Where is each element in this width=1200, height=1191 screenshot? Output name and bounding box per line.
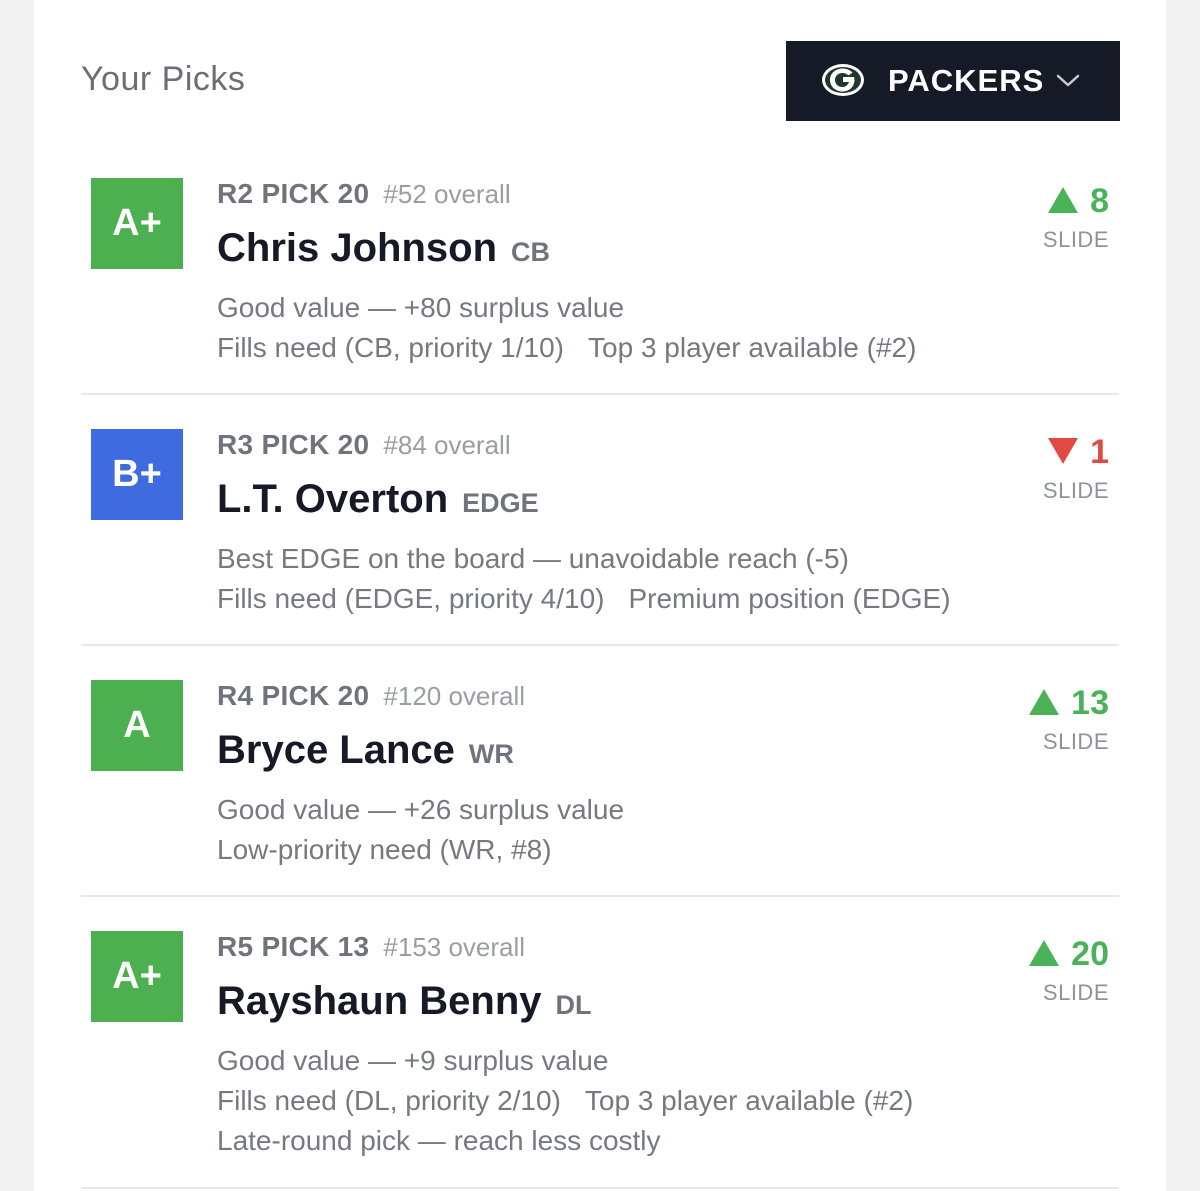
grade-badge: B+ [91, 429, 183, 520]
slide-indicator: 8 SLIDE [989, 182, 1109, 253]
note-text: Fills need (CB, priority 1/10) [217, 332, 565, 363]
slide-number: 13 [1071, 684, 1109, 722]
note-line: Best EDGE on the board — unavoidable rea… [217, 539, 951, 579]
player-name: Bryce Lance [217, 728, 455, 772]
note-line: Low-priority need (WR, #8) [217, 830, 624, 870]
player: Rayshaun Benny DL [217, 979, 592, 1024]
pick-header: R4 PICK 20 #120 overall [217, 680, 525, 712]
note-text: Good value — +9 surplus value [217, 1045, 609, 1076]
pick-header: R3 PICK 20 #84 overall [217, 429, 511, 461]
grade-badge: A+ [91, 931, 183, 1022]
pick-overall: #153 overall [383, 932, 526, 962]
picks-header: Your Picks PACKERS [34, 0, 1166, 150]
slide-label: SLIDE [1042, 478, 1109, 503]
note-line: Good value — +80 surplus value [217, 288, 916, 328]
note-text: Fills need (DL, priority 2/10) [217, 1085, 561, 1116]
note-text: Premium position (EDGE) [628, 583, 951, 614]
player-name: L.T. Overton [217, 477, 449, 521]
slide-value: 1 [989, 433, 1109, 472]
note-text: Top 3 player available (#2) [588, 332, 917, 363]
note-text: Top 3 player available (#2) [584, 1085, 914, 1116]
pick-header: R2 PICK 20 #52 overall [217, 178, 511, 210]
note-line: Late-round pick — reach less costly [217, 1121, 913, 1161]
player-position: WR [468, 739, 514, 769]
slide-value: 20 [989, 935, 1109, 974]
slide-value: 8 [989, 182, 1109, 221]
player-name: Rayshaun Benny [217, 979, 542, 1023]
slide-number: 8 [1090, 182, 1109, 220]
picks-panel: Your Picks PACKERS A+ R2 PICK 20 #52 overa… [34, 0, 1166, 1191]
pick-label: R5 PICK 13 [217, 931, 370, 962]
chevron-down-icon [1056, 74, 1080, 87]
pick-overall: #84 overall [383, 430, 511, 460]
note-line: Fills need (EDGE, priority 4/10) Premium … [217, 579, 951, 619]
team-select-dropdown[interactable]: PACKERS [786, 41, 1120, 121]
player-position: CB [511, 237, 551, 267]
player: Bryce Lance WR [217, 728, 514, 773]
note-text: Low-priority need (WR, #8) [217, 834, 552, 865]
triangle-down-icon [1048, 438, 1079, 465]
slide-number: 20 [1071, 935, 1109, 973]
player-position: EDGE [462, 488, 539, 518]
note-line: Fills need (DL, priority 2/10) Top 3 play… [217, 1081, 913, 1121]
note-line: Fills need (CB, priority 1/10) Top 3 play… [217, 328, 916, 368]
note-text: Good value — +26 surplus value [217, 794, 625, 825]
pick-header: R5 PICK 13 #153 overall [217, 931, 525, 963]
slide-value: 13 [989, 684, 1109, 723]
note-text: Best EDGE on the board — unavoidable rea… [217, 543, 849, 574]
slide-label: SLIDE [1042, 729, 1109, 754]
slide-label: SLIDE [1042, 227, 1109, 252]
pick-notes: Good value — +80 surplus value Fills need… [217, 288, 916, 368]
player-position: DL [555, 990, 592, 1020]
pick-label: R4 PICK 20 [217, 680, 370, 711]
triangle-up-icon [1048, 187, 1079, 214]
slide-indicator: 20 SLIDE [989, 935, 1109, 1006]
player-name: Chris Johnson [217, 226, 498, 270]
note-text: Good value — +80 surplus value [217, 292, 625, 323]
slide-number: 1 [1090, 433, 1109, 471]
note-line: Good value — +26 surplus value [217, 790, 624, 830]
note-line: Good value — +9 surplus value [217, 1041, 913, 1081]
triangle-up-icon [1029, 689, 1060, 716]
pick-overall: #52 overall [383, 179, 511, 209]
slide-label: SLIDE [1042, 980, 1109, 1005]
pick-label: R2 PICK 20 [217, 178, 370, 209]
pick-label: R3 PICK 20 [217, 429, 370, 460]
pick-row[interactable]: B+ R3 PICK 20 #84 overall L.T. Overton EDGE B… [81, 395, 1119, 646]
pick-row[interactable]: A R4 PICK 20 #120 overall Bryce Lance WR Good… [81, 646, 1119, 897]
team-select-label: PACKERS [888, 63, 1045, 98]
pick-notes: Best EDGE on the board — unavoidable rea… [217, 539, 951, 619]
slide-indicator: 13 SLIDE [989, 684, 1109, 755]
triangle-up-icon [1029, 940, 1060, 967]
note-text: Late-round pick — reach less costly [217, 1125, 661, 1156]
pick-row[interactable]: A+ R2 PICK 20 #52 overall Chris Johnson CB Go… [81, 144, 1119, 395]
pick-row[interactable]: A+ R5 PICK 13 #153 overall Rayshaun Benny DL… [81, 897, 1119, 1189]
pick-overall: #120 overall [383, 681, 526, 711]
grade-badge: A+ [91, 178, 183, 269]
slide-indicator: 1 SLIDE [989, 433, 1109, 504]
pick-notes: Good value — +26 surplus value Low-priori… [217, 790, 624, 870]
note-text: Fills need (EDGE, priority 4/10) [217, 583, 605, 614]
grade-badge: A [91, 680, 183, 771]
player: Chris Johnson CB [217, 226, 550, 271]
packers-g-logo [822, 64, 864, 96]
player: L.T. Overton EDGE [217, 477, 539, 522]
pick-notes: Good value — +9 surplus value Fills need … [217, 1041, 913, 1161]
page-title: Your Picks [81, 60, 246, 98]
